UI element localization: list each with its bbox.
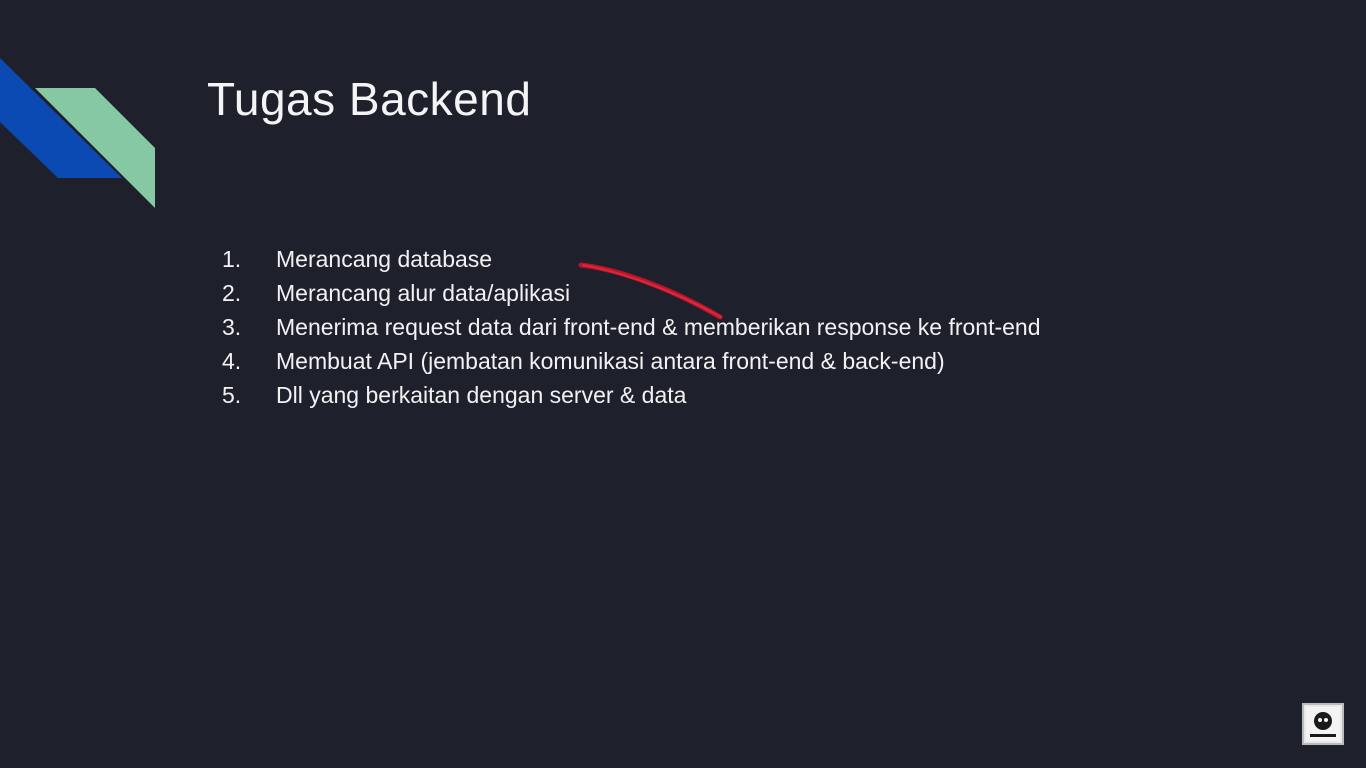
list-item-number: 3. [222, 314, 242, 340]
list-item-text: Merancang alur data/aplikasi [276, 280, 571, 306]
list-item: 4. Membuat API (jembatan komunikasi anta… [222, 348, 1041, 382]
list-item: 5. Dll yang berkaitan dengan server & da… [222, 382, 1041, 416]
slide-title: Tugas Backend [207, 73, 532, 125]
pen-annotation-stroke [578, 262, 723, 320]
corner-decoration [0, 58, 155, 208]
list-item-number: 4. [222, 348, 242, 374]
presentation-slide: Tugas Backend 1. Merancang database 2. M… [0, 0, 1366, 768]
list-item-number: 2. [222, 280, 242, 306]
list-item-text: Membuat API (jembatan komunikasi antara … [276, 348, 945, 374]
list-item-number: 1. [222, 246, 242, 272]
channel-logo-icon [1302, 703, 1344, 745]
logo-glyph [1306, 707, 1340, 741]
list-item-number: 5. [222, 382, 242, 408]
list-item-text: Dll yang berkaitan dengan server & data [276, 382, 687, 408]
list-item-text: Merancang database [276, 246, 493, 272]
